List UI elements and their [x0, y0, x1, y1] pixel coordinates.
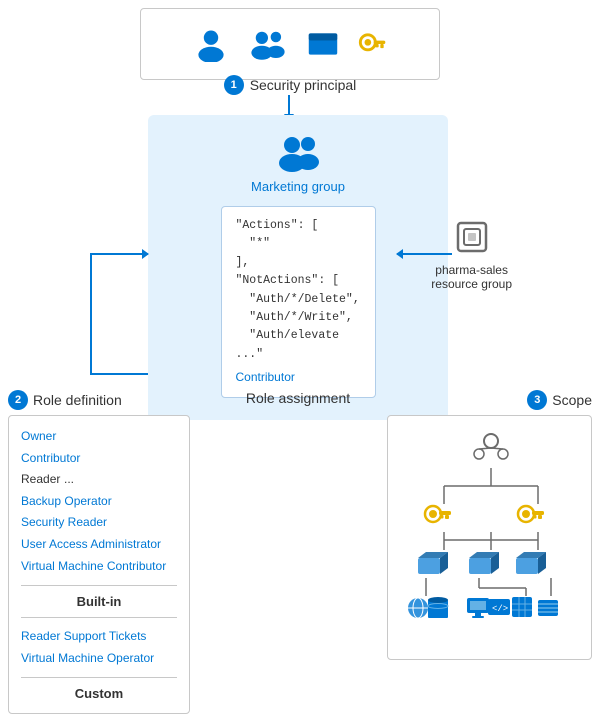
- scope-text: Scope: [552, 392, 592, 408]
- role-security-reader[interactable]: Security Reader: [21, 512, 177, 534]
- bottom-left-connector: [90, 373, 148, 375]
- left-vertical-line: [90, 253, 92, 373]
- role-definition-panel: Owner Contributor Reader ... Backup Oper…: [8, 415, 190, 714]
- security-principal-text: Security principal: [250, 77, 357, 93]
- built-in-label: Built-in: [21, 594, 177, 609]
- security-principal-label: 1 Security principal: [140, 75, 440, 95]
- scope-title: 3 Scope: [527, 390, 592, 410]
- role-reader: Reader: [21, 472, 60, 486]
- role-divider-2: [21, 617, 177, 618]
- role-divider-3: [21, 677, 177, 678]
- step-1-number: 1: [224, 75, 244, 95]
- role-divider-1: [21, 585, 177, 586]
- actions-code: "Actions": [ "*"],"NotActions": [ "Auth/…: [236, 217, 361, 364]
- role-backup-operator[interactable]: Backup Operator: [21, 491, 177, 513]
- step-2-number: 2: [8, 390, 28, 410]
- role-definition-text: Role definition: [33, 392, 122, 408]
- role-user-access-admin[interactable]: User Access Administrator: [21, 534, 177, 556]
- marketing-group-label: Marketing group: [251, 179, 345, 194]
- role-owner[interactable]: Owner: [21, 426, 177, 448]
- resource-group-icon: [450, 215, 494, 259]
- step-3-number: 3: [527, 390, 547, 410]
- svg-text:</>: </>: [492, 604, 508, 614]
- group-icon: [247, 23, 289, 65]
- role-vm-operator[interactable]: Virtual Machine Operator: [21, 648, 177, 670]
- role-ellipsis: ...: [64, 472, 74, 486]
- role-vm-contributor[interactable]: Virtual Machine Contributor: [21, 556, 177, 578]
- resource-group-label: pharma-salesresource group: [431, 263, 512, 291]
- arrow-sp-to-ra: [288, 95, 290, 115]
- key-icon: [357, 29, 387, 59]
- role-assignment-title: Role assignment: [148, 390, 448, 406]
- arrow-rd-to-ra: [90, 253, 148, 255]
- role-assignment-box: Marketing group "Actions": [ "*"],"NotAc…: [148, 115, 448, 420]
- scope-tree-svg: </>: [396, 426, 586, 646]
- user-icon: [193, 26, 229, 62]
- role-definition-title: 2 Role definition: [8, 390, 122, 410]
- role-definition-code-box: "Actions": [ "*"],"NotActions": [ "Auth/…: [221, 206, 376, 398]
- resource-group-box: pharma-salesresource group: [431, 215, 512, 291]
- role-contributor[interactable]: Contributor: [21, 448, 177, 470]
- security-principal-box: [140, 8, 440, 80]
- marketing-group-icon: [272, 131, 324, 173]
- custom-label: Custom: [21, 686, 177, 701]
- diagram: 1 Security principal Marketing group "Ac…: [0, 0, 600, 645]
- app-icon: [307, 28, 339, 60]
- contributor-link[interactable]: Contributor: [236, 368, 361, 387]
- scope-panel: </>: [387, 415, 592, 660]
